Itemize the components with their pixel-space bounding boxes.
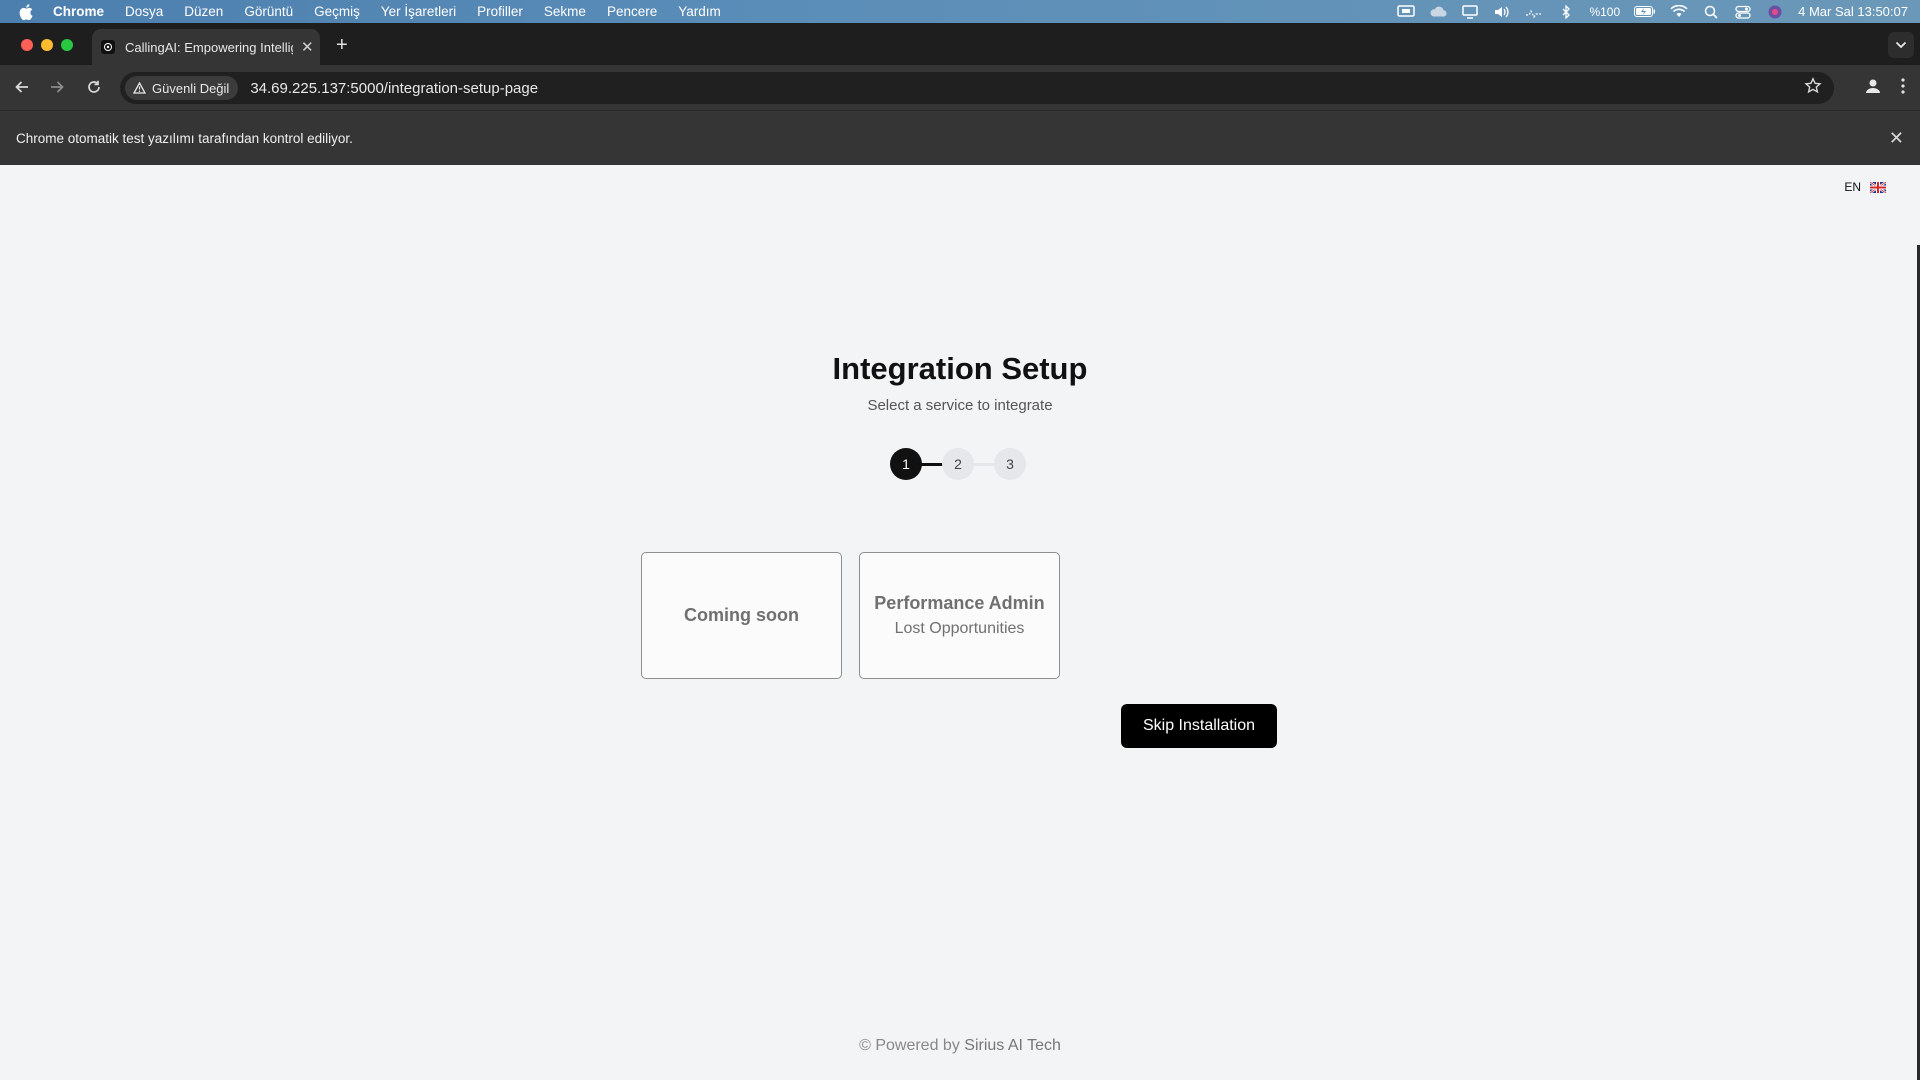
battery-percent: %100 [1589,4,1621,19]
menu-chrome[interactable]: Chrome [53,4,104,19]
reload-icon[interactable] [84,77,104,97]
window-maximize-button[interactable] [61,39,73,51]
back-arrow-icon[interactable] [12,77,32,97]
security-label: Güvenli Değil [152,80,230,96]
menu-duzen[interactable]: Düzen [184,4,223,19]
page-footer: © Powered by Sirius AI Tech [0,1037,1920,1055]
cloud-icon[interactable] [1429,5,1447,19]
apple-icon[interactable] [19,3,37,20]
uk-flag-icon [1870,181,1886,193]
tab-close-icon[interactable]: ✕ [301,38,314,56]
step-connector-2 [972,463,996,466]
language-code: EN [1844,180,1861,194]
tab-title: CallingAI: Empowering Intelligent [125,39,293,55]
address-bar[interactable]: Güvenli Değil 34.69.225.137:5000/integra… [120,72,1834,104]
bluetooth-icon[interactable] [1557,4,1575,19]
setup-stepper: 1 2 3 [890,448,1030,480]
card-subtitle: Lost Opportunities [894,620,1025,637]
automation-infobar: Chrome otomatik test yazılımı tarafından… [0,110,1920,165]
step-1: 1 [890,448,922,480]
page-content: EN Integration Setup Select a service to… [0,165,1920,1080]
page-subtitle: Select a service to integrate [867,397,1053,414]
site-favicon-icon [101,40,115,54]
language-selector[interactable]: EN [1844,180,1886,194]
menu-sekme[interactable]: Sekme [544,4,586,19]
browser-tab-active[interactable]: CallingAI: Empowering Intelligent ✕ [92,29,320,65]
profile-avatar-icon[interactable] [1864,77,1882,100]
security-chip[interactable]: Güvenli Değil [125,76,239,100]
display-icon[interactable] [1461,4,1479,19]
menu-goruntu[interactable]: Görüntü [244,4,293,19]
step-2: 2 [942,448,974,480]
menu-yer-isaretleri[interactable]: Yer İşaretleri [381,4,456,19]
card-title: Coming soon [684,605,799,625]
menu-gecmis[interactable]: Geçmiş [314,4,360,19]
menubar-status-area: %100 4 Mar Sal 13:50:07 [1397,0,1908,23]
browser-toolbar: Güvenli Değil 34.69.225.137:5000/integra… [0,65,1920,110]
bookmark-star-icon[interactable] [1804,77,1822,100]
menubar-clock[interactable]: 4 Mar Sal 13:50:07 [1798,4,1908,19]
tab-search-chevron-icon[interactable] [1888,32,1914,58]
infobar-message: Chrome otomatik test yazılımı tarafından… [16,130,353,146]
step-3: 3 [994,448,1026,480]
macos-menubar: Chrome Dosya Düzen Görüntü Geçmiş Yer İş… [0,0,1920,23]
step-connector-1 [920,463,944,466]
control-center-icon[interactable] [1734,5,1752,19]
menu-profiller[interactable]: Profiller [477,4,523,19]
browser-tab-strip: CallingAI: Empowering Intelligent ✕ + [0,23,1920,65]
new-tab-button[interactable]: + [336,34,348,57]
warning-triangle-icon [133,82,146,94]
page-title: Integration Setup [832,351,1088,386]
card-title: Performance Admin [874,593,1045,613]
service-card-coming-soon[interactable]: Coming soon [641,552,842,679]
skip-installation-button[interactable]: Skip Installation [1121,704,1277,748]
menu-pencere[interactable]: Pencere [607,4,657,19]
menu-yardim[interactable]: Yardım [678,4,721,19]
service-card-performance-admin[interactable]: Performance Admin Lost Opportunities [859,552,1060,679]
volume-icon[interactable] [1493,5,1511,19]
activity-icon[interactable] [1525,5,1543,19]
infobar-close-icon[interactable]: ✕ [1889,128,1904,149]
window-close-button[interactable] [21,39,33,51]
more-options-icon[interactable] [1900,77,1906,100]
battery-icon[interactable] [1634,5,1656,19]
spotlight-search-icon[interactable] [1702,5,1720,19]
forward-arrow-icon[interactable] [47,77,67,97]
url-text[interactable]: 34.69.225.137:5000/integration-setup-pag… [250,80,538,97]
wifi-icon[interactable] [1670,5,1688,19]
footer-brand[interactable]: Sirius AI Tech [964,1037,1061,1054]
siri-icon[interactable] [1766,5,1784,19]
menu-dosya[interactable]: Dosya [125,4,163,19]
footer-prefix: © Powered by [859,1037,965,1054]
screen-share-icon[interactable] [1397,4,1416,19]
window-minimize-button[interactable] [41,39,53,51]
